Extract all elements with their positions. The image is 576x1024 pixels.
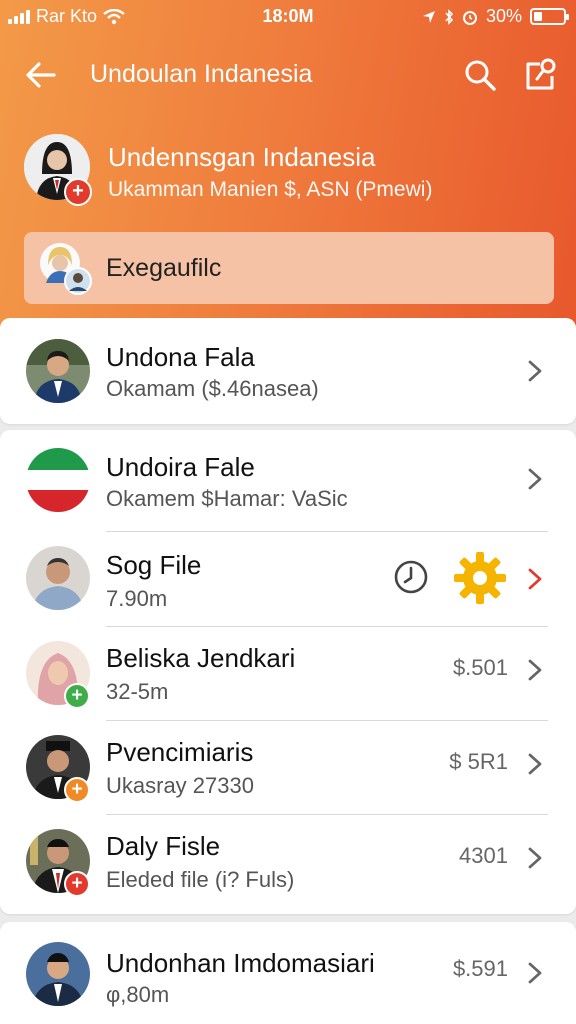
row-title: Beliska Jendkari [106,643,296,673]
list-item[interactable]: Undoira Fale Okamem $Hamar: VaSic [0,430,576,530]
list-item[interactable]: + Beliska Jendkari 32-5m $.501 [0,627,576,721]
row-value: $.591 [452,956,508,981]
search-icon[interactable] [463,58,497,92]
plus-badge-icon[interactable]: + [64,178,92,206]
row-value: $.501 [452,655,508,680]
clock-icon[interactable] [392,558,430,596]
list-item[interactable]: Undona Fala Okamam ($.46nasea) [0,318,576,424]
profile-subtitle: Ukamman Manien $, ASN (Pmewi) [108,178,433,201]
alarm-icon [462,10,477,25]
row-subtitle: 32-5m [106,679,169,704]
chevron-right-icon[interactable] [524,464,546,494]
row-title: Undonhan Imdomasiari [106,948,375,978]
avatar [26,339,90,403]
row-value: 4301 [459,843,508,868]
page-title: Undoulan Indanesia [90,60,313,88]
list-item[interactable]: Undonhan Imdomasiari φ,80m $.591 [0,922,576,1022]
status-right: 30% [422,6,569,27]
row-subtitle: Okamam ($.46nasea) [106,376,319,401]
row-title: Daly Fisle [106,831,221,861]
profile-name: Undennsgan Indanesia [108,142,376,172]
status-bar: Rar Kto 18:0M 30% [0,0,576,34]
chevron-right-icon[interactable] [524,564,546,594]
avatar [26,942,90,1006]
list-item[interactable]: + Pvencimiaris Ukasray 27330 $ 5R1 [0,721,576,815]
plus-badge-icon[interactable]: + [64,871,90,897]
plus-badge-icon[interactable]: + [64,683,90,709]
battery-percent: 30% [485,6,522,26]
nav-bar: Undoulan Indanesia [0,48,576,102]
banner-item[interactable]: Exegaufilc [24,232,554,304]
row-subtitle: 7.90m [106,586,168,611]
chevron-right-icon[interactable] [524,655,546,685]
gear-icon[interactable] [452,550,508,606]
chevron-right-icon[interactable] [524,958,546,988]
avatar [26,546,90,610]
card-bottom: Undonhan Imdomasiari φ,80m $.591 [0,922,576,1024]
bluetooth-icon [445,8,454,25]
row-subtitle: Eleded file (i? Fuls) [106,867,295,892]
row-subtitle: Ukasray 27330 [106,773,254,798]
row-subtitle: Okamem $Hamar: VaSic [106,486,348,511]
profile-header[interactable]: + Undennsgan Indanesia Ukamman Manien $,… [24,134,554,214]
chevron-right-icon[interactable] [524,356,546,386]
card-list: Undoira Fale Okamem $Hamar: VaSic Sog Fi… [0,430,576,914]
list-item[interactable]: Sog File 7.90m [0,532,576,626]
arrow-left-icon[interactable] [24,58,58,92]
row-subtitle: φ,80m [106,982,170,1007]
battery-icon [530,8,569,25]
row-value: $ 5R1 [449,749,508,774]
battery-level [534,12,543,21]
row-title: Sog File [106,550,202,580]
row-title: Undona Fala [106,342,255,372]
plus-badge-icon[interactable]: + [64,777,90,803]
banner-label: Exegaufilc [106,254,222,282]
row-title: Undoira Fale [106,452,255,482]
share-icon[interactable] [522,56,558,92]
chevron-right-icon[interactable] [524,843,546,873]
group-avatar-icon [40,243,92,295]
list-item[interactable]: + Daly Fisle Eleded file (i? Fuls) 4301 [0,815,576,911]
row-title: Pvencimiaris [106,737,254,767]
card-top: Undona Fala Okamam ($.46nasea) [0,318,576,424]
flag-avatar [26,448,90,512]
location-icon [422,10,435,23]
chevron-right-icon[interactable] [524,749,546,779]
